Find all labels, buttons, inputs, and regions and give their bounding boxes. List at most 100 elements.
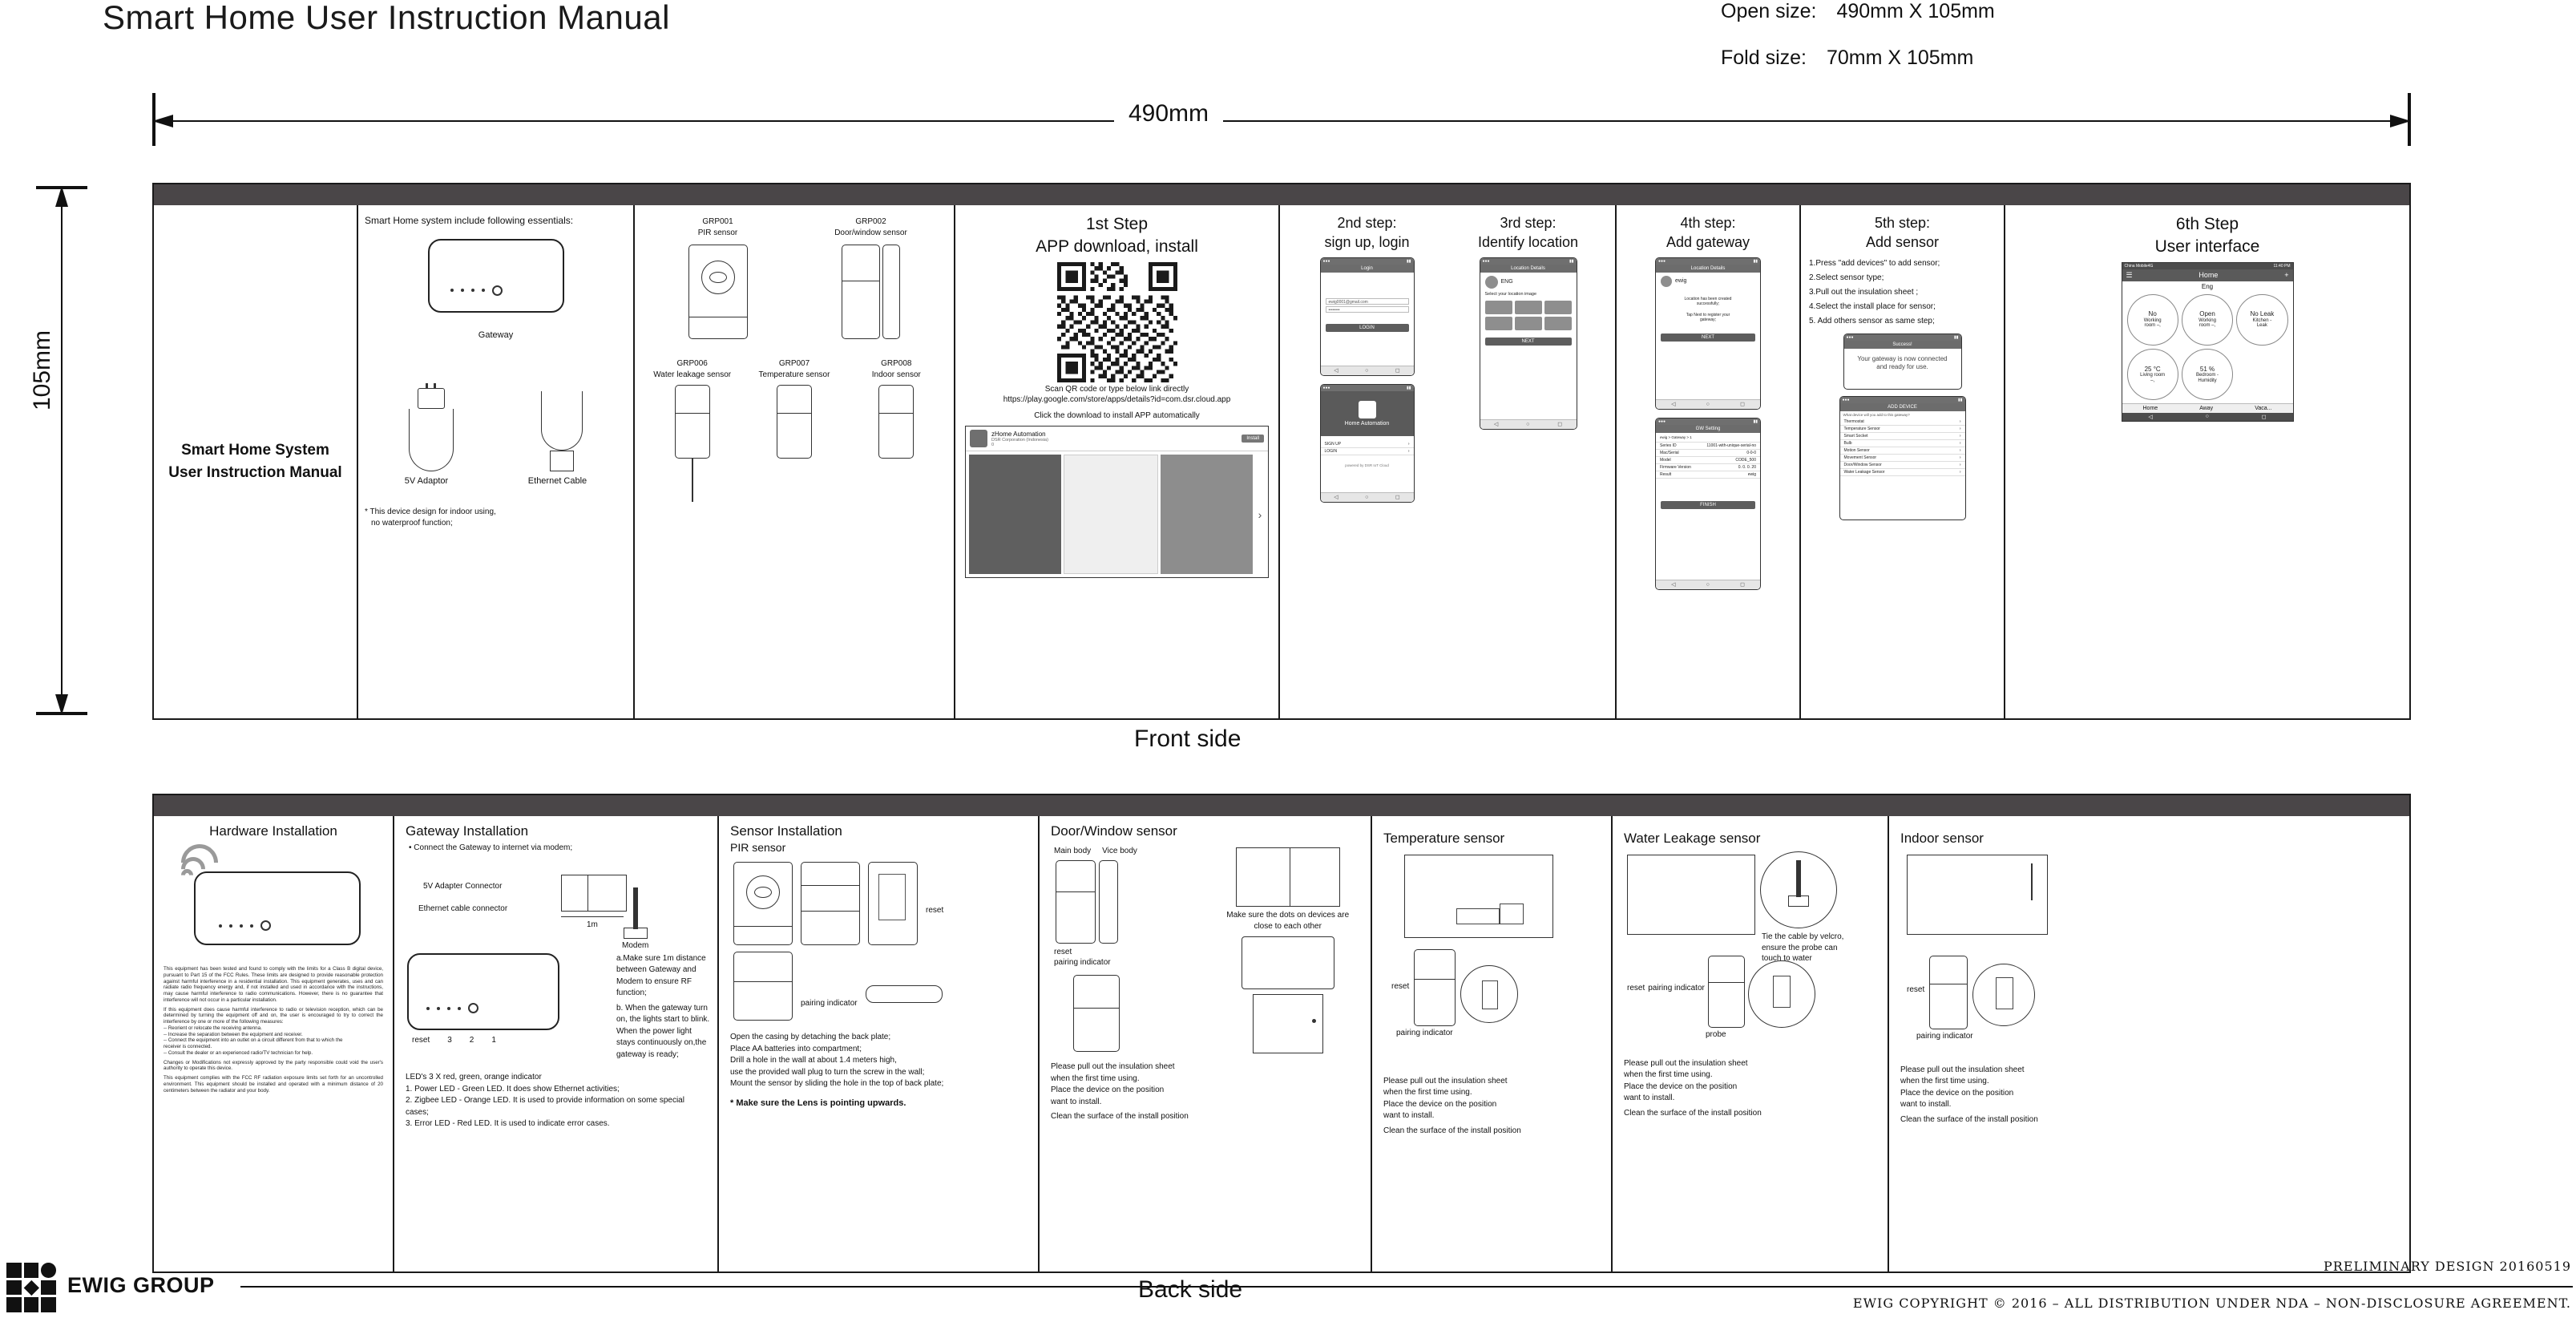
indoor-step-5: Clean the surface of the install positio…: [1900, 1114, 2038, 1124]
indoor-step-4: want to install.: [1900, 1100, 1952, 1109]
login-link[interactable]: LOGIN: [1325, 449, 1338, 454]
fcc-bullet-2: -- Increase the separation between the e…: [164, 1031, 303, 1037]
device-tile[interactable]: 51 % Bedroom - Humidity: [2181, 349, 2234, 401]
android-navbar[interactable]: ◁ ○ ◻: [1656, 398, 1760, 409]
add-icon[interactable]: +: [2284, 271, 2288, 279]
width-dimension-label: 490mm: [1114, 100, 1224, 127]
step2-login-screen: ●●● ▮▮ Login ewig0001@gmail.com •••••••• …: [1319, 257, 1415, 376]
field-value[interactable]: CODE_500: [1735, 458, 1756, 463]
back-side-sheet: Hardware Installation This equipment has…: [152, 794, 2411, 1273]
app-store-url[interactable]: https://play.google.com/store/apps/detai…: [962, 394, 1272, 406]
pir-step-1: Open the casing by detaching the back pl…: [730, 1033, 891, 1041]
location-name-value[interactable]: ewig: [1675, 278, 1686, 284]
fcc-bullet-1: -- Reorient or relocate the receiving an…: [164, 1025, 262, 1031]
device-list-item[interactable]: Smart Socket ›: [1839, 433, 1965, 440]
step5-head-line2: Add sensor: [1865, 234, 1940, 251]
water-device: [1707, 956, 1745, 1028]
device-list-item[interactable]: Movement Sensor ›: [1839, 455, 1965, 462]
water-probe-callout: [1760, 851, 1837, 928]
android-navbar[interactable]: ◁ ○ ◻: [1320, 491, 1414, 502]
field-value[interactable]: 11001-with-unique-serial-no: [1706, 443, 1756, 448]
back-sheet-topbar: [154, 795, 2409, 816]
language-value[interactable]: ENG: [1501, 279, 1513, 285]
panel-cover: Smart Home System User Instruction Manua…: [154, 205, 358, 718]
android-navbar[interactable]: ◁ ○ ◻: [2122, 413, 2293, 422]
step1-head-line2: APP download, install: [1036, 237, 1198, 257]
gateway-breadcrumb: ewig > Gateway > 1: [1656, 433, 1760, 443]
tab-away[interactable]: Away: [2199, 406, 2213, 411]
android-navbar[interactable]: ◁ ○ ◻: [1320, 365, 1414, 375]
android-navbar[interactable]: ◁ ○ ◻: [1480, 418, 1577, 429]
sensor-item-grp002: GRP002 Door/window sensor: [801, 216, 942, 339]
footer-divider: [240, 1286, 2573, 1288]
logo-circle: [41, 1263, 56, 1278]
device-list-item[interactable]: Temperature Sensor ›: [1839, 426, 1965, 433]
password-field[interactable]: ••••••••: [1325, 305, 1409, 313]
hamburger-menu-icon[interactable]: ☰: [2126, 271, 2133, 280]
sensor-name: Temperature sensor: [758, 370, 830, 379]
device-tile[interactable]: 25 °C Living room –,: [2126, 349, 2178, 401]
powered-by-label: powered by DSR IoT Cloud: [1345, 463, 1389, 467]
email-field[interactable]: ewig0001@gmail.com: [1325, 297, 1409, 305]
dimension-cap-right: [2408, 93, 2411, 146]
play-store-screenshot: zHome Automation DSR Corporation (Indone…: [965, 426, 1269, 579]
language-label[interactable]: Eng: [2122, 281, 2293, 291]
field-value[interactable]: ewig: [1748, 472, 1756, 477]
door-diagram: [1252, 994, 1323, 1053]
device-list-item[interactable]: Bulb ›: [1839, 440, 1965, 447]
indoor-step-1: Please pull out the insulation sheet: [1900, 1065, 2025, 1074]
led-heading: LED's 3 X red, green, orange indicator: [406, 1073, 542, 1081]
temperature-step-4: want to install.: [1383, 1111, 1435, 1120]
device-list-item[interactable]: Thermostat ›: [1839, 418, 1965, 426]
indoor-install-callout: [1972, 964, 2036, 1026]
preliminary-design-stamp: PRELIMINARY DESIGN 20160519: [2324, 1259, 2571, 1274]
front-side-sheet: Smart Home System User Instruction Manua…: [152, 183, 2411, 720]
pir-step-3: Drill a hole in the wall at about 1.4 me…: [730, 1056, 897, 1065]
device-list-item[interactable]: Water Leakage Sensor ›: [1839, 469, 1965, 476]
sensor-code: GRP002: [855, 217, 886, 226]
temperature-step-5: Clean the surface of the install positio…: [1383, 1126, 1521, 1135]
ethernet-connector-label: Ethernet cable connector: [418, 904, 508, 913]
panel-door-window-sensor: Door/Window sensor Main body Vice body r…: [1040, 816, 1372, 1271]
indoor-device: [1929, 956, 1968, 1029]
logo-square: [41, 1297, 56, 1312]
device-list-item[interactable]: Door/Window Sensor ›: [1839, 462, 1965, 469]
door-step-5: Clean the surface of the install positio…: [1051, 1112, 1189, 1121]
led-item-3: 3. Error LED - Red LED. It is used to in…: [406, 1119, 610, 1128]
device-tile[interactable]: Open Working room –,: [2181, 293, 2234, 346]
app-name-label: Home Automation: [1344, 420, 1390, 427]
signup-button[interactable]: SIGN UP: [1325, 442, 1342, 447]
success-title: Success!: [1843, 340, 1961, 349]
water-step-2: when the first time using.: [1624, 1070, 1713, 1079]
ethernet-label: Ethernet Cable: [527, 476, 587, 486]
pir-bold-note: * Make sure the Lens is pointing upwards…: [730, 1098, 906, 1108]
store-next-chevron-icon[interactable]: ›: [1255, 455, 1265, 574]
step2-head-line2: sign up, login: [1324, 234, 1410, 251]
field-value[interactable]: 0. 0. 0. 20: [1738, 465, 1756, 470]
login-button[interactable]: LOGIN: [1325, 323, 1409, 332]
sensor-code: GRP007: [778, 359, 810, 368]
device-tile[interactable]: No Leak Kitchen - Leak: [2236, 293, 2288, 346]
device-tile[interactable]: No Working room –,: [2126, 293, 2178, 346]
next-button[interactable]: NEXT: [1661, 333, 1755, 342]
store-install-button[interactable]: Install: [1242, 435, 1264, 443]
panel-step1: 1st Step APP download, install Scan QR c…: [955, 205, 1280, 718]
panel-step5: 5th step: Add sensor 1.Press "add device…: [1801, 205, 2005, 718]
next-button[interactable]: NEXT: [1484, 337, 1572, 346]
location-image-grid[interactable]: [1480, 298, 1577, 333]
open-size-value: 490mm X 105mm: [1836, 0, 1995, 22]
device-list-item[interactable]: Motion Sensor ›: [1839, 447, 1965, 455]
android-navbar[interactable]: ◁ ○ ◻: [1656, 579, 1760, 589]
panel-pir-sensor: Sensor Installation PIR sensor reset pai…: [719, 816, 1040, 1271]
dimension-cap-bottom: [36, 712, 87, 715]
finish-button[interactable]: FINISH: [1661, 500, 1755, 509]
window-diagram-mid: [1241, 936, 1334, 989]
success-message-2: and ready for use.: [1876, 362, 1928, 370]
door-vice-body: [1099, 859, 1118, 944]
tab-vacation[interactable]: Vaca...: [2255, 406, 2271, 411]
copyright-notice: EWIG COPYRIGHT © 2016 – ALL DISTRIBUTION…: [1852, 1296, 2571, 1311]
tab-home[interactable]: Home: [2143, 406, 2158, 411]
pir-reset-label: reset: [926, 906, 944, 915]
door-reset-label: reset: [1054, 947, 1072, 956]
field-value[interactable]: 0-0-0: [1746, 451, 1756, 455]
